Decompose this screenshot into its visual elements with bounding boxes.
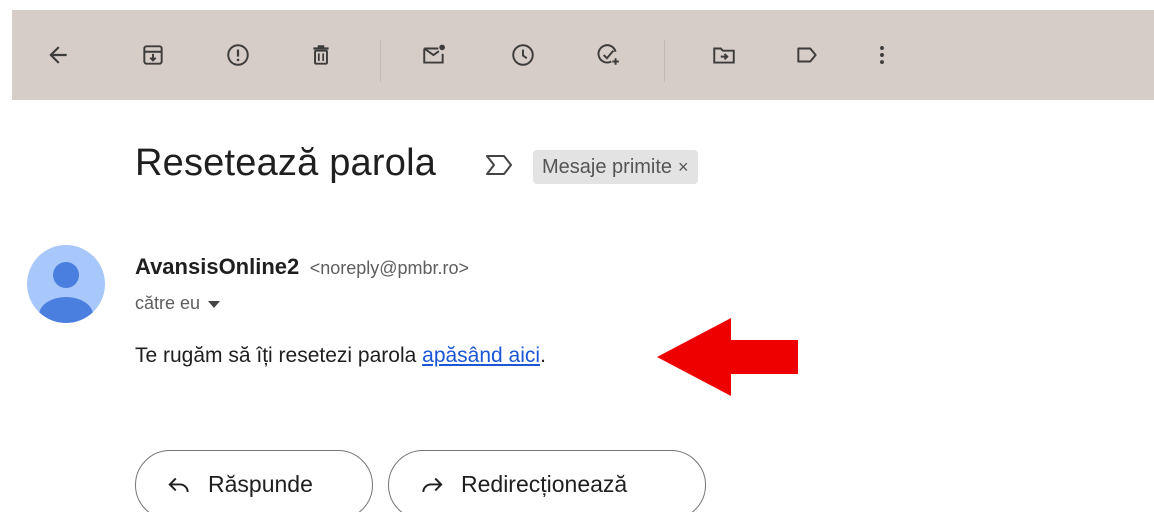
body-text: Te rugăm să îți resetezi parola bbox=[135, 344, 423, 367]
toolbar-divider bbox=[380, 40, 381, 82]
sender-name[interactable]: AvansisOnline2 bbox=[135, 254, 299, 279]
remove-label-icon[interactable]: × bbox=[678, 157, 689, 178]
sender-line: AvansisOnline2 <noreply@pmbr.ro> bbox=[135, 254, 469, 280]
reply-label: Răspunde bbox=[208, 471, 313, 497]
reply-button[interactable]: Răspunde bbox=[135, 450, 373, 512]
email-view: Resetează parola Mesaje primite × Avansi… bbox=[0, 0, 1154, 512]
email-body: Te rugăm să îți resetezi parola apăsând … bbox=[135, 344, 546, 368]
email-subject: Resetează parola bbox=[135, 142, 437, 184]
move-to-icon bbox=[713, 47, 735, 64]
red-arrow-icon bbox=[657, 318, 798, 396]
archive-button[interactable] bbox=[133, 35, 173, 75]
back-icon bbox=[49, 46, 67, 64]
body-text-end: . bbox=[540, 344, 546, 367]
email-toolbar bbox=[12, 10, 1154, 100]
sender-avatar[interactable] bbox=[27, 245, 105, 323]
add-to-tasks-button[interactable] bbox=[588, 35, 628, 75]
snooze-icon bbox=[512, 44, 534, 66]
importance-marker-icon[interactable] bbox=[484, 152, 514, 178]
report-spam-button[interactable] bbox=[218, 35, 258, 75]
recipient-text: către eu bbox=[135, 293, 201, 313]
more-options-icon bbox=[880, 46, 884, 64]
label-icon bbox=[797, 47, 817, 63]
show-details-chevron-down-icon[interactable] bbox=[208, 301, 221, 308]
forward-label: Redirecționează bbox=[461, 471, 628, 497]
label-chip-text: Mesaje primite bbox=[542, 155, 673, 178]
sender-email: <noreply@pmbr.ro> bbox=[309, 258, 470, 278]
toolbar-divider bbox=[664, 40, 665, 82]
mark-unread-icon bbox=[423, 44, 445, 64]
archive-icon bbox=[143, 45, 163, 65]
reply-icon bbox=[168, 477, 189, 493]
add-to-tasks-icon bbox=[597, 44, 619, 65]
inbox-label-chip: Mesaje primite × bbox=[533, 150, 698, 184]
recipient-line: către eu bbox=[135, 293, 221, 314]
forward-icon bbox=[422, 477, 443, 493]
reset-password-link[interactable]: apăsând aici bbox=[422, 344, 540, 367]
forward-button[interactable]: Redirecționează bbox=[388, 450, 706, 512]
snooze-button[interactable] bbox=[503, 35, 543, 75]
more-options-button[interactable] bbox=[862, 35, 902, 75]
report-spam-icon bbox=[227, 44, 249, 66]
person-icon bbox=[39, 262, 93, 323]
delete-icon bbox=[313, 45, 329, 65]
move-to-button[interactable] bbox=[704, 35, 744, 75]
mark-unread-button[interactable] bbox=[414, 35, 454, 75]
delete-button[interactable] bbox=[301, 35, 341, 75]
label-button[interactable] bbox=[787, 35, 827, 75]
back-button[interactable] bbox=[38, 35, 78, 75]
